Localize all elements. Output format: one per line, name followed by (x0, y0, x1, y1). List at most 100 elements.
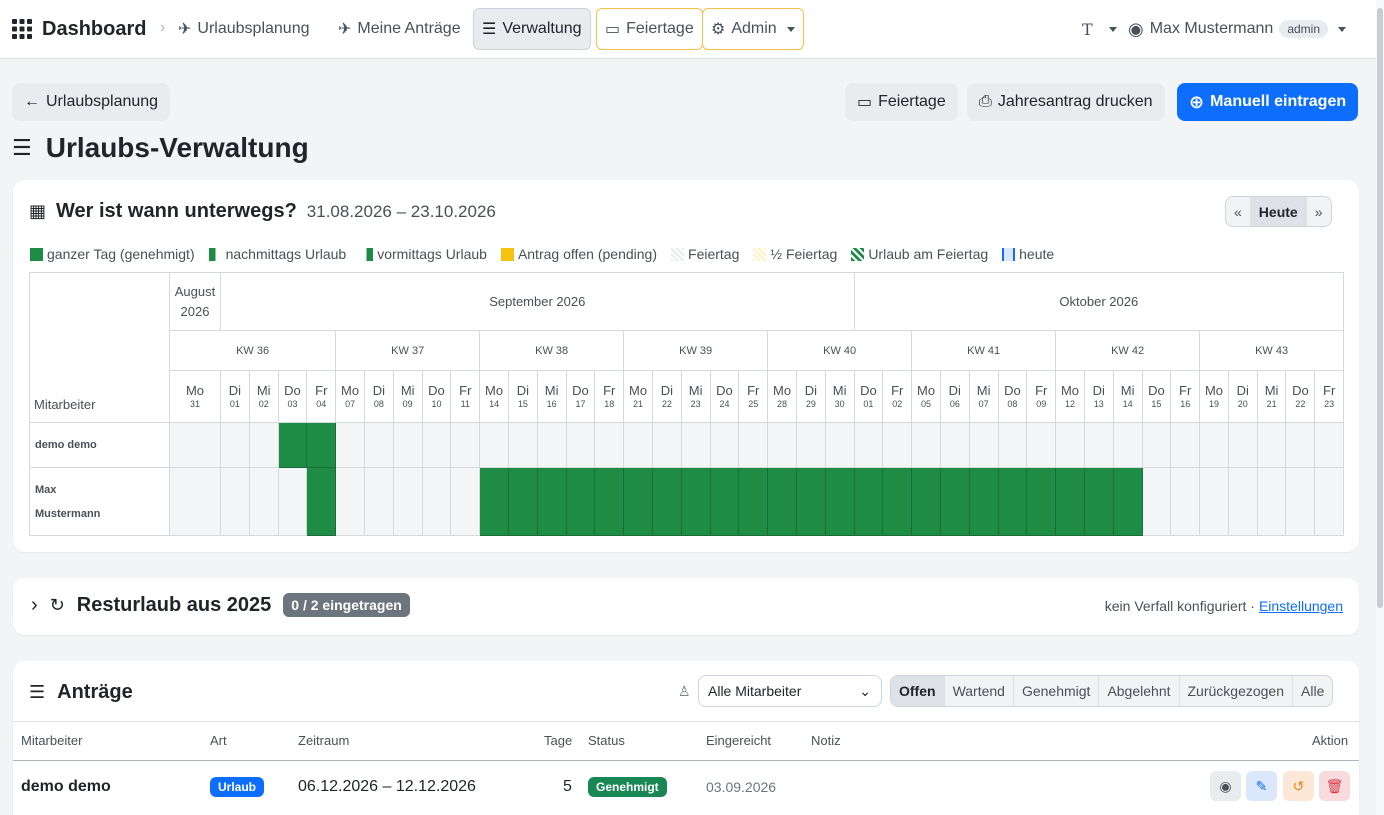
vacation-cell[interactable] (1026, 467, 1057, 536)
holidays-button[interactable]: ▭ Feiertage (845, 83, 958, 121)
calendar-cell[interactable] (392, 467, 423, 536)
vacation-cell[interactable] (680, 467, 711, 536)
calendar-cell[interactable] (1083, 422, 1114, 468)
calendar-cell[interactable] (1112, 422, 1143, 468)
calendar-cell[interactable] (450, 422, 481, 468)
vacation-cell[interactable] (623, 467, 653, 536)
calendar-cell[interactable] (536, 422, 567, 468)
calendar-cell[interactable] (421, 422, 452, 468)
filter-genehmigt[interactable]: Genehmigt (1014, 676, 1100, 706)
calendar-cell[interactable] (277, 467, 308, 536)
vacation-cell[interactable] (1112, 467, 1143, 536)
employee-select[interactable]: Alle Mitarbeiter ⌄ (698, 675, 882, 707)
nav-urlaubsplanung[interactable]: ✈ Urlaubsplanung (170, 8, 317, 50)
nav-meine-antraege[interactable]: ✈ Meine Anträge (330, 8, 469, 50)
vacation-cell[interactable] (507, 467, 538, 536)
settings-link[interactable]: Einstellungen (1259, 598, 1343, 614)
calendar-cell[interactable] (853, 422, 884, 468)
vacation-cell[interactable] (1083, 467, 1114, 536)
vacation-cell[interactable] (536, 467, 567, 536)
calendar-cell[interactable] (1314, 422, 1345, 468)
vacation-cell[interactable] (1055, 467, 1085, 536)
print-button[interactable]: ⎙ Jahresantrag drucken (967, 83, 1165, 121)
vacation-cell[interactable] (277, 422, 308, 468)
calendar-cell[interactable] (795, 422, 826, 468)
filter-zurückgezogen[interactable]: Zurückgezogen (1180, 676, 1294, 706)
calendar-cell[interactable] (709, 422, 740, 468)
brand[interactable]: Dashboard (12, 8, 146, 50)
calendar-cell[interactable] (882, 422, 913, 468)
vacation-cell[interactable] (795, 467, 826, 536)
edit-button[interactable]: ✎ (1246, 771, 1277, 801)
calendar-cell[interactable] (911, 422, 941, 468)
calendar-cell[interactable] (1199, 467, 1229, 536)
calendar-cell[interactable] (248, 467, 279, 536)
nav-feiertage[interactable]: ▭ Feiertage (596, 8, 703, 50)
user-menu[interactable]: ◉ Max Mustermann admin (1120, 8, 1354, 50)
calendar-cell[interactable] (450, 467, 481, 536)
calendar-cell[interactable] (248, 422, 279, 468)
calendar-cell[interactable] (997, 422, 1028, 468)
calendar-cell[interactable] (363, 467, 394, 536)
calendar-cell[interactable] (1314, 467, 1345, 536)
carryover-header[interactable]: › ↻ Resturlaub aus 2025 0 / 2 eingetrage… (31, 593, 410, 617)
vacation-cell[interactable] (824, 467, 855, 536)
calendar-cell[interactable] (738, 422, 769, 468)
next-period-button[interactable]: » (1307, 197, 1331, 226)
calendar-cell[interactable] (335, 422, 365, 468)
calendar-cell[interactable] (939, 422, 970, 468)
calendar-cell[interactable] (220, 467, 250, 536)
vacation-cell[interactable] (882, 467, 913, 536)
filter-abgelehnt[interactable]: Abgelehnt (1099, 676, 1180, 706)
calendar-cell[interactable] (968, 422, 999, 468)
calendar-cell[interactable] (1170, 422, 1201, 468)
calendar-cell[interactable] (392, 422, 423, 468)
vacation-cell[interactable] (911, 467, 941, 536)
calendar-cell[interactable] (507, 422, 538, 468)
calendar-cell[interactable] (1256, 467, 1287, 536)
filter-wartend[interactable]: Wartend (945, 676, 1014, 706)
calendar-cell[interactable] (220, 422, 250, 468)
filter-alle[interactable]: Alle (1293, 676, 1332, 706)
manual-entry-button[interactable]: ⊕ Manuell eintragen (1177, 83, 1359, 121)
calendar-cell[interactable] (1170, 467, 1201, 536)
calendar-cell[interactable] (623, 422, 653, 468)
calendar-cell[interactable] (1055, 422, 1085, 468)
calendar-cell[interactable] (1141, 422, 1172, 468)
vacation-cell[interactable] (767, 467, 797, 536)
nav-admin-dropdown[interactable]: ⚙ Admin (702, 8, 804, 50)
calendar-cell[interactable] (565, 422, 596, 468)
revert-button[interactable]: ↺ (1283, 771, 1314, 801)
vacation-cell[interactable] (565, 467, 596, 536)
calendar-cell[interactable] (767, 422, 797, 468)
calendar-cell[interactable] (169, 422, 221, 468)
calendar-cell[interactable] (1141, 467, 1172, 536)
vacation-cell[interactable] (709, 467, 740, 536)
filter-offen[interactable]: Offen (891, 676, 945, 706)
calendar-cell[interactable] (363, 422, 394, 468)
calendar-cell[interactable] (1227, 467, 1258, 536)
vacation-cell[interactable] (306, 422, 337, 468)
vacation-cell[interactable] (997, 467, 1028, 536)
vacation-cell[interactable] (479, 467, 509, 536)
calendar-cell[interactable] (680, 422, 711, 468)
calendar-cell[interactable] (1227, 422, 1258, 468)
back-button[interactable]: ← Urlaubsplanung (12, 83, 171, 121)
language-dropdown[interactable]: T (1074, 8, 1125, 50)
calendar-cell[interactable] (479, 422, 509, 468)
calendar-cell[interactable] (824, 422, 855, 468)
calendar-cell[interactable] (421, 467, 452, 536)
calendar-cell[interactable] (651, 422, 682, 468)
vacation-cell[interactable] (968, 467, 999, 536)
carryover-card[interactable]: › ↻ Resturlaub aus 2025 0 / 2 eingetrage… (13, 578, 1359, 635)
calendar-cell[interactable] (1026, 422, 1057, 468)
prev-period-button[interactable]: « (1226, 197, 1251, 226)
calendar-cell[interactable] (1256, 422, 1287, 468)
nav-verwaltung[interactable]: ☰ Verwaltung (473, 8, 591, 50)
scrollbar[interactable] (1376, 0, 1384, 815)
vacation-cell[interactable] (594, 467, 625, 536)
calendar-cell[interactable] (335, 467, 365, 536)
view-button[interactable]: ◉ (1210, 771, 1241, 801)
vacation-cell[interactable] (939, 467, 970, 536)
today-button[interactable]: Heute (1250, 197, 1307, 226)
